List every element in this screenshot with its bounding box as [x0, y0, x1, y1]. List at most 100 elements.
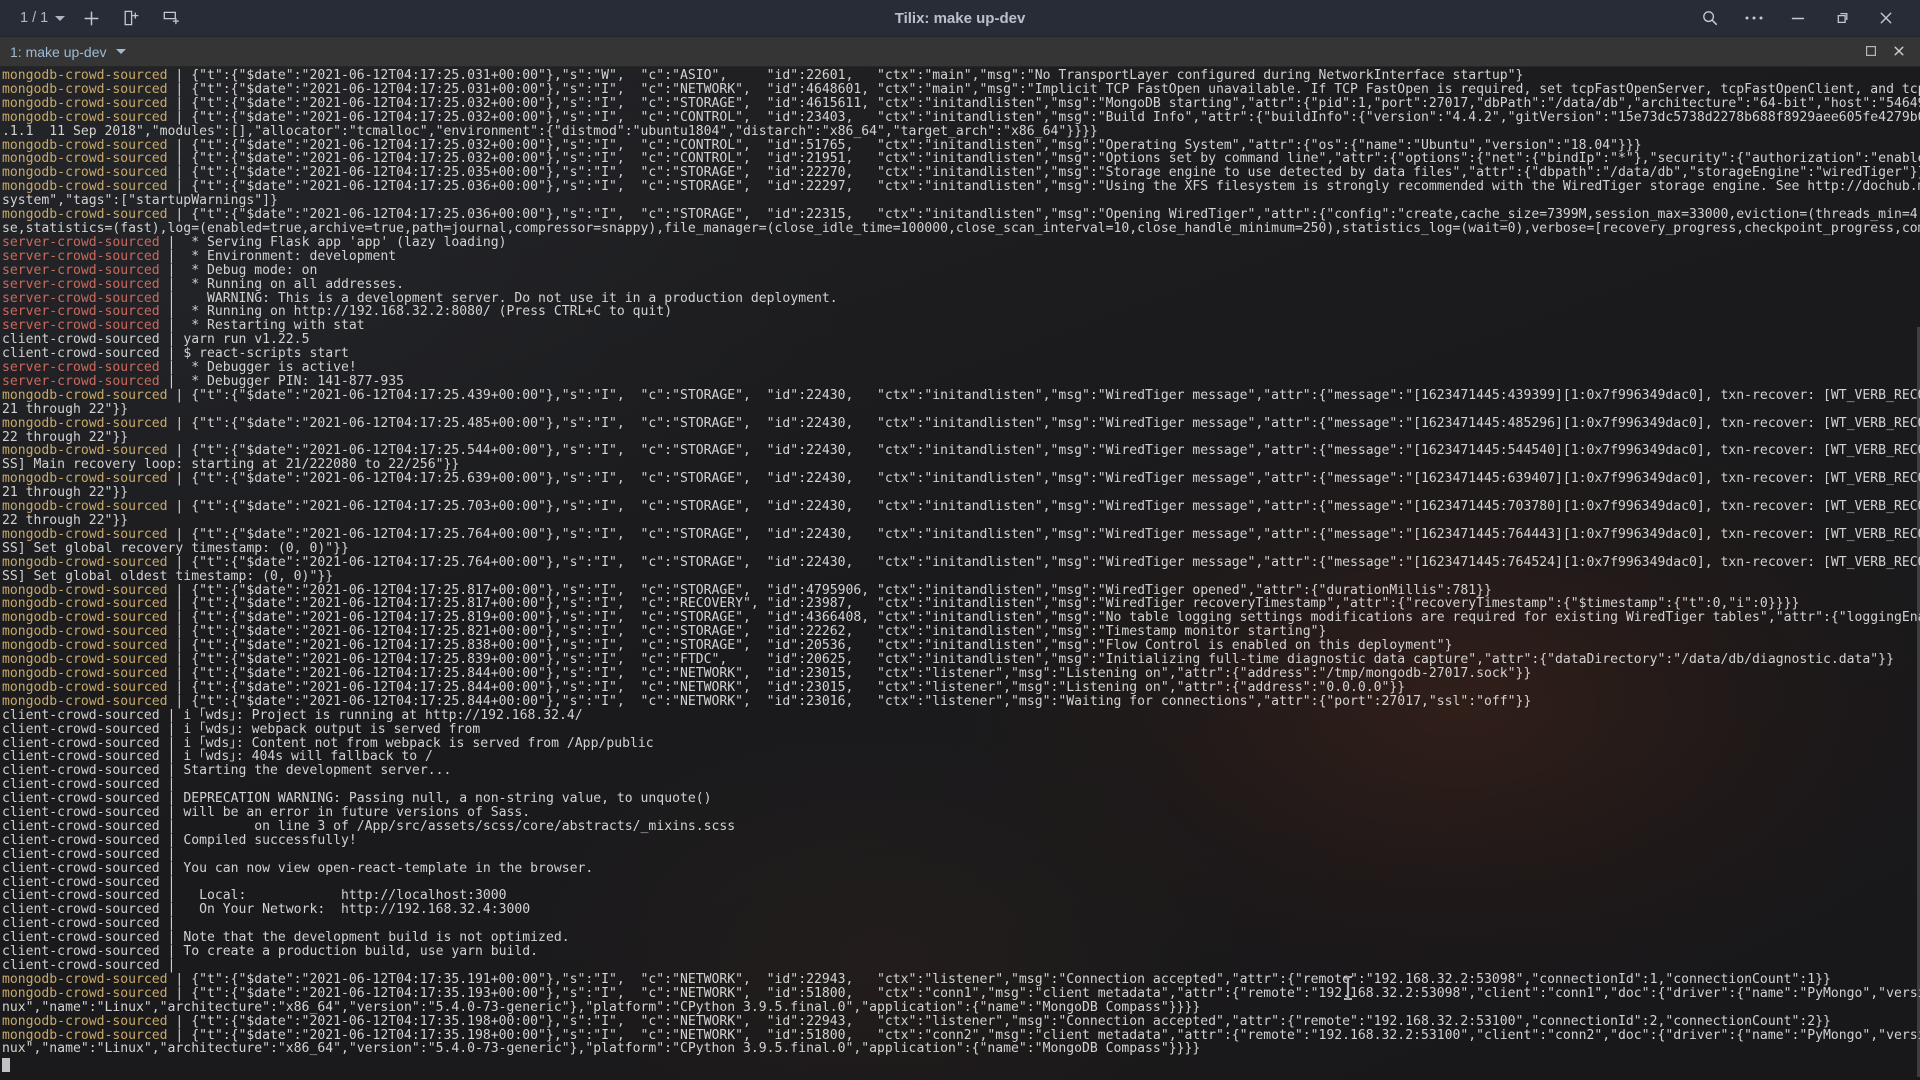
terminal-line: client-crowd-sourced | — [2, 917, 1920, 931]
terminal-line: client-crowd-sourced | DEPRECATION WARNI… — [2, 792, 1920, 806]
search-button[interactable] — [1688, 2, 1732, 34]
maximize-terminal-button[interactable] — [1858, 41, 1884, 63]
terminal-line: client-crowd-sourced | on line 3 of /App… — [2, 819, 1920, 834]
terminal-line: mongodb-crowd-sourced | {"t":{"$date":"2… — [2, 1013, 1920, 1029]
terminal-line: mongodb-crowd-sourced | {"t":{"$date":"2… — [2, 500, 1920, 514]
terminal-line: 21 through 22"}} — [2, 401, 1920, 417]
terminal-line: client-crowd-sourced | You can now view … — [2, 861, 1920, 876]
terminal-line: mongodb-crowd-sourced | {"t":{"$date":"2… — [2, 555, 1920, 570]
terminal-line: 22 through 22"}} — [2, 514, 1920, 528]
terminal-line: client-crowd-sourced | i ｢wds｣: webpack … — [2, 721, 1920, 737]
terminal-line-prefix: client-crowd-sourced — [2, 888, 160, 904]
terminal-line-text: | DEPRECATION WARNING: Passing null, a n… — [159, 791, 712, 807]
terminal-line-prefix: mongodb-crowd-sourced — [2, 693, 168, 709]
terminal-line-text: | {"t":{"$date":"2021-06-12T04:17:25.031… — [167, 81, 1920, 97]
terminal-line: mongodb-crowd-sourced | {"t":{"$date":"2… — [2, 180, 1920, 194]
terminal-line-text: | — [159, 846, 176, 862]
terminal-line-text: | {"t":{"$date":"2021-06-12T04:17:25.035… — [167, 165, 1920, 181]
terminal-line-prefix: mongodb-crowd-sourced — [2, 137, 168, 153]
terminal-line-text: | * Running on http://192.168.32.2:8080/… — [159, 304, 673, 320]
terminal-line-prefix: client-crowd-sourced — [2, 346, 160, 362]
terminal-line-prefix: mongodb-crowd-sourced — [2, 596, 168, 612]
terminal-line: mongodb-crowd-sourced | {"t":{"$date":"2… — [2, 986, 1920, 1001]
terminal-line-prefix: mongodb-crowd-sourced — [2, 679, 168, 695]
terminal-pane[interactable]: mongodb-crowd-sourced | {"t":{"$date":"2… — [0, 67, 1920, 1080]
terminal-line: mongodb-crowd-sourced | {"t":{"$date":"2… — [2, 416, 1920, 431]
session-tab-active[interactable]: 1: make up-dev — [10, 44, 126, 60]
session-count-dropdown[interactable]: 1 / 1 — [14, 3, 71, 33]
split-vertical-button[interactable] — [111, 3, 151, 33]
menu-button[interactable] — [1732, 2, 1776, 34]
terminal-line: mongodb-crowd-sourced | {"t":{"$date":"2… — [2, 653, 1920, 667]
terminal-line-prefix: mongodb-crowd-sourced — [2, 95, 168, 111]
terminal-line-text: | * Running on all addresses. — [159, 276, 405, 292]
terminal-line: mongodb-crowd-sourced | {"t":{"$date":"2… — [2, 679, 1920, 695]
terminal-line-text: | {"t":{"$date":"2021-06-12T04:17:35.198… — [167, 1013, 1831, 1029]
terminal-line-text: | {"t":{"$date":"2021-06-12T04:17:25.817… — [167, 582, 1492, 598]
terminal-line: client-crowd-sourced | i ｢wds｣: 404s wil… — [2, 750, 1920, 764]
terminal-line-prefix: mongodb-crowd-sourced — [2, 207, 168, 223]
terminal-line-text: 21 through 22"}} — [2, 485, 129, 501]
terminal-line: mongodb-crowd-sourced | {"t":{"$date":"2… — [2, 444, 1920, 458]
terminal-line-prefix: server-crowd-sourced — [2, 318, 160, 334]
terminal-line-text: SS] Main recovery loop: starting at 21/2… — [2, 457, 460, 473]
terminal-line-prefix: client-crowd-sourced — [2, 832, 160, 848]
terminal-line-prefix: mongodb-crowd-sourced — [2, 624, 168, 640]
terminal-line-prefix: server-crowd-sourced — [2, 276, 160, 292]
terminal-line-prefix: server-crowd-sourced — [2, 248, 160, 264]
terminal-line-prefix: client-crowd-sourced — [2, 930, 160, 946]
terminal-line: server-crowd-sourced | * Restarting with… — [2, 319, 1920, 333]
terminal-line-text: | Starting the development server... — [159, 763, 452, 779]
minimize-icon — [1789, 9, 1807, 27]
titlebar-right-controls — [1688, 2, 1920, 34]
terminal-line-prefix: client-crowd-sourced — [2, 846, 160, 862]
terminal-line-prefix: mongodb-crowd-sourced — [2, 665, 168, 681]
terminal-line-prefix: server-crowd-sourced — [2, 360, 160, 376]
terminal-line: 22 through 22"}} — [2, 430, 1920, 445]
terminal-line-text: | i ｢wds｣: webpack output is served from — [159, 721, 481, 737]
terminal-line: server-crowd-sourced | * Debugger PIN: 1… — [2, 374, 1920, 389]
terminal-line-text: | {"t":{"$date":"2021-06-12T04:17:25.032… — [175, 109, 1920, 125]
terminal-line-text: | {"t":{"$date":"2021-06-12T04:17:25.817… — [167, 596, 1800, 612]
terminal-line-text: .1.1 11 Sep 2018","modules":[],"allocato… — [2, 123, 1098, 139]
terminal-line-text: | Local: http://localhost:3000 — [159, 888, 507, 904]
terminal-line-prefix: client-crowd-sourced — [2, 791, 160, 807]
terminal-line-text: nux","name":"Linux","architecture":"x86_… — [2, 1041, 1201, 1057]
terminal-line: client-crowd-sourced | — [2, 959, 1920, 973]
terminal-line: server-crowd-sourced | * Debugger is act… — [2, 361, 1920, 375]
terminal-line-text: | — [159, 958, 176, 973]
window-title: Tilix: make up-dev — [894, 9, 1026, 27]
terminal-line-text: | {"t":{"$date":"2021-06-12T04:17:25.032… — [167, 95, 1920, 111]
terminal-line: client-crowd-sourced | — [2, 875, 1920, 890]
terminal-line: client-crowd-sourced | will be an error … — [2, 806, 1920, 820]
minimize-button[interactable] — [1776, 2, 1820, 34]
terminal-line-text: | {"t":{"$date":"2021-06-12T04:17:25.032… — [167, 137, 1642, 153]
close-terminal-button[interactable] — [1886, 41, 1912, 63]
terminal-line-text: | * Restarting with stat — [159, 318, 365, 334]
terminal-line-text: | {"t":{"$date":"2021-06-12T04:17:25.639… — [175, 471, 1920, 487]
terminal-line: mongodb-crowd-sourced | {"t":{"$date":"2… — [2, 1027, 1920, 1043]
terminal-line: mongodb-crowd-sourced | {"t":{"$date":"2… — [2, 69, 1920, 83]
terminal-line: mongodb-crowd-sourced | {"t":{"$date":"2… — [2, 597, 1920, 611]
terminal-line: mongodb-crowd-sourced | {"t":{"$date":"2… — [2, 625, 1920, 639]
terminal-line: mongodb-crowd-sourced | {"t":{"$date":"2… — [2, 152, 1920, 166]
terminal-line-text: | WARNING: This is a development server.… — [159, 290, 838, 306]
terminal-line-text: SS] Set global recovery timestamp: (0, 0… — [2, 540, 349, 556]
add-terminal-button[interactable] — [71, 3, 111, 33]
terminal-line-prefix: client-crowd-sourced — [2, 763, 160, 779]
terminal-line: client-crowd-sourced | — [2, 846, 1920, 862]
maximize-button[interactable] — [1820, 2, 1864, 34]
terminal-line: client-crowd-sourced | Starting the deve… — [2, 764, 1920, 778]
terminal-line-text: | {"t":{"$date":"2021-06-12T04:17:35.198… — [175, 1027, 1920, 1043]
terminal-line-prefix: client-crowd-sourced — [2, 721, 160, 737]
split-vertical-icon — [122, 9, 140, 27]
terminal-line: mongodb-crowd-sourced | {"t":{"$date":"2… — [2, 693, 1920, 709]
terminal-line-text: | {"t":{"$date":"2021-06-12T04:17:25.544… — [175, 443, 1920, 459]
close-button[interactable] — [1864, 2, 1908, 34]
terminal-line-text: | will be an error in future versions of… — [159, 805, 531, 821]
terminal-line-text: 21 through 22"}} — [2, 401, 129, 417]
terminal-line-text: | On Your Network: http://192.168.32.4:3… — [159, 902, 531, 918]
terminal-line: mongodb-crowd-sourced | {"t":{"$date":"2… — [2, 639, 1920, 653]
split-horizontal-button[interactable] — [151, 3, 191, 33]
terminal-line-text: | Note that the development build is not… — [159, 930, 570, 946]
